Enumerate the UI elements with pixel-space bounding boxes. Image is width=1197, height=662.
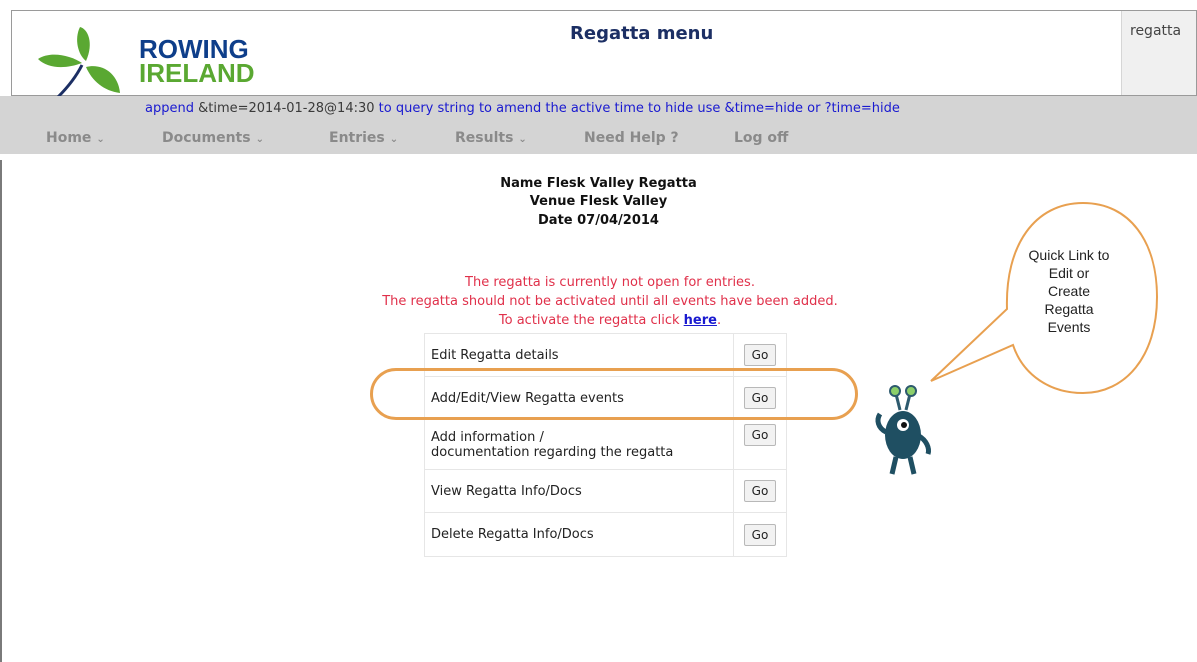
activate-here-link[interactable]: here xyxy=(684,313,717,328)
callout-line-3: Create xyxy=(1047,283,1091,299)
nav-item-home[interactable]: Home ⌄ xyxy=(46,130,105,152)
page-title: Regatta menu xyxy=(570,23,714,44)
rowing-ireland-logo[interactable]: ROWING IRELAND xyxy=(139,36,255,88)
time-note-value: &time=2014-01-28@14:30 xyxy=(198,101,375,116)
chevron-down-icon: ⌄ xyxy=(389,134,399,145)
nav-label: Documents xyxy=(162,130,251,146)
nav-item-results[interactable]: Results ⌄ xyxy=(455,130,527,152)
nav-label: Need Help ? xyxy=(584,130,679,146)
edit-regatta-details-go-button[interactable]: Go xyxy=(743,344,777,366)
warning-line-3-suffix: . xyxy=(716,313,722,328)
callout-line-4: Regatta xyxy=(1044,301,1094,317)
chevron-down-icon: ⌄ xyxy=(96,134,105,145)
callout-line-5: Events xyxy=(1047,319,1091,335)
nav-item-entries[interactable]: Entries ⌄ xyxy=(329,130,398,152)
events-row-highlight xyxy=(370,368,858,420)
action-label: Delete Regatta Info/Docs xyxy=(424,512,734,557)
delete-regatta-info-go-button[interactable]: Go xyxy=(743,523,777,546)
nav-item-need-help[interactable]: Need Help ? xyxy=(584,130,679,152)
action-label: Add information / documentation regarding… xyxy=(424,419,734,470)
regatta-actions-table: Edit Regatta details Go Add/Edit/View Re… xyxy=(424,333,787,557)
site-header: ROWING IRELAND Regatta menu regatta xyxy=(11,10,1197,99)
callout-line-2: Edit or xyxy=(1048,265,1090,281)
callout-line-1: Quick Link to xyxy=(1028,247,1110,263)
action-button-cell: Go xyxy=(733,469,787,513)
table-row: Add information / documentation regarding… xyxy=(424,419,787,470)
action-button-cell: Go xyxy=(733,419,787,470)
table-row: View Regatta Info/Docs Go xyxy=(424,469,787,513)
regatta-name: Name Flesk Valley Regatta xyxy=(500,176,697,191)
action-label-line-2: documentation regarding the regatta xyxy=(431,444,674,460)
nav-label: Results xyxy=(455,130,514,146)
window-top-strip xyxy=(0,0,1197,10)
chevron-down-icon: ⌄ xyxy=(255,134,264,145)
nav-item-documents[interactable]: Documents ⌄ xyxy=(162,130,264,152)
table-row: Delete Regatta Info/Docs Go xyxy=(424,512,787,557)
shamrock-logo-icon xyxy=(38,27,120,99)
action-label-line-1: Add information / xyxy=(431,429,544,445)
action-label: View Regatta Info/Docs xyxy=(424,469,734,513)
user-label: regatta xyxy=(1130,23,1182,39)
view-regatta-info-go-button[interactable]: Go xyxy=(743,480,777,502)
user-panel: regatta xyxy=(1121,11,1196,95)
time-note-prefix: append xyxy=(145,101,199,116)
logo-line-2: IRELAND xyxy=(139,58,255,88)
nav-label: Log off xyxy=(734,130,789,146)
warning-line-3-prefix: To activate the regatta click xyxy=(498,313,684,328)
nav-item-log-off[interactable]: Log off xyxy=(734,130,788,152)
action-button-cell: Go xyxy=(733,512,787,557)
time-query-note: append &time=2014-01-28@14:30 to query s… xyxy=(145,101,900,116)
time-note-suffix: to query string to amend the active time… xyxy=(374,101,900,116)
nav-label: Entries xyxy=(329,130,385,146)
nav-label: Home xyxy=(46,130,92,146)
chevron-down-icon: ⌄ xyxy=(518,134,527,145)
add-information-go-button[interactable]: Go xyxy=(743,424,777,446)
callout-text: Quick Link to Edit or Create Regatta Eve… xyxy=(1006,246,1132,336)
